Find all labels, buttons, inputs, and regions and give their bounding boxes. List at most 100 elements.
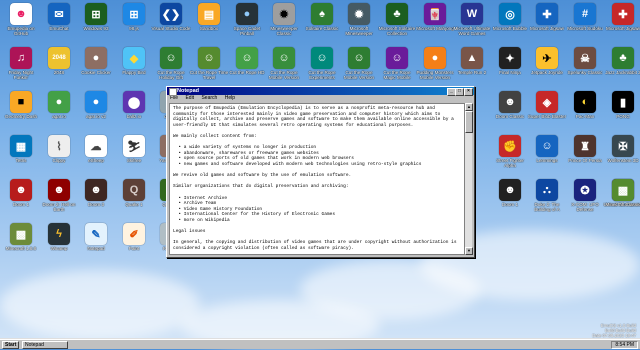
desktop-icon[interactable]: ☺Cut the Rope Experiments Mobile Version [302, 46, 342, 80]
close-button[interactable]: × [464, 88, 473, 96]
street-fighter-icon: ✊ [499, 135, 521, 157]
desktop-icon[interactable]: ⊞ Windows 93 [76, 2, 116, 31]
desktop-icon[interactable]: ◆ Flappy Bird [114, 46, 154, 75]
desktop-icon[interactable]: ☺ Lemmings [527, 134, 567, 163]
windows-93-icon: ⊞ [85, 3, 107, 25]
notepad-text-area[interactable]: The purpose of Emupedia (Emulation Encyc… [169, 103, 465, 255]
desktop-icon[interactable]: ☻ Doom 1 [1, 178, 41, 207]
pinball-icon: ● [236, 3, 258, 25]
solitaire-collection-icon: ♣ [386, 3, 408, 25]
desktop-icon[interactable]: ◈ Super Blob Blaster [527, 90, 567, 119]
desktop-icon[interactable]: ⛬Duke 2: The Building of A Dynasty [527, 178, 567, 212]
desktop-icon-label: Flappy Bird [122, 70, 146, 75]
desktop-icon[interactable]: ☻ Doom 3 [76, 178, 116, 207]
cut-the-rope-hd-icon: ☺ [236, 47, 258, 69]
desktop-icon[interactable]: ▩ Minecraft 1.8.8 [1, 222, 41, 251]
desktop-icon[interactable]: Q Quake 1 [114, 178, 154, 207]
desktop-icon[interactable]: ▦ Tetris [1, 134, 41, 163]
desktop-icon-label: 98.js [129, 26, 139, 31]
desktop-icon[interactable]: ♣ Microsoft Solitaire Collection [377, 2, 417, 36]
desktop-icon[interactable]: ϟ Winamp [39, 222, 79, 251]
desktop-icon[interactable]: # Microsoft Sudoku [565, 2, 605, 31]
scroll-down-arrow[interactable]: ▼ [465, 247, 473, 255]
notepad-window[interactable]: Notepad _ □ × File Edit Search Help The … [166, 86, 475, 258]
desktop-icon[interactable]: ☺ Cut the Rope Mobile Version [339, 46, 379, 80]
desktop-icon-label: Microsoft Solitaire Collection [378, 26, 416, 36]
desktop-icon[interactable]: ▮ PONG [603, 90, 640, 119]
desktop-icon[interactable]: ◎ Microsoft Bubble [490, 2, 530, 31]
desktop-icon-label: Cut the Rope Holiday Gift [157, 70, 185, 80]
desktop-icon[interactable]: ● agar.io [39, 90, 79, 119]
desktop-icon[interactable]: ✐ Paint [114, 222, 154, 251]
menu-search[interactable]: Search [201, 95, 217, 101]
desktop-icon[interactable]: ✉ EmuChat [39, 2, 79, 31]
github-icon: ☻ [10, 3, 32, 25]
desktop-icon[interactable]: ♜ Prince Of Persia [565, 134, 605, 163]
desktop-icon[interactable]: ⛷ Skifree [114, 134, 154, 163]
desktop-icon[interactable]: ☻ Doom 2: Hell on Earth [39, 178, 79, 212]
start-button[interactable]: Start [2, 341, 20, 349]
desktop-icon[interactable]: ✠ Wolfenstein 3D [603, 134, 640, 163]
desktop-icon[interactable]: ⊞ 98.js [114, 2, 154, 31]
desktop-icon[interactable]: W Microsoft Ultimate Word Games [452, 2, 492, 36]
menu-help[interactable]: Help [225, 95, 235, 101]
desktop-icon[interactable]: 🀄 Microsoft Mahjong [415, 2, 455, 31]
desktop-icon[interactable]: ▩ Minecraft Classic [603, 178, 640, 207]
desktop-icon[interactable]: ♫ Friday Night Funkin' [1, 46, 41, 80]
taskbar-notepad-button[interactable]: Notepad [22, 341, 68, 349]
desktop-icon[interactable]: ◐ Pac-Man [565, 90, 605, 119]
desktop-icon[interactable]: ✚ Microsoft Jigsaw [527, 2, 567, 31]
desktop-icon-label: Winamp [50, 246, 68, 251]
desktop-icon-label: Microsoft Jigsaw [606, 26, 640, 31]
desktop-icon[interactable]: ● Space Cadet Pinball [227, 2, 267, 36]
desktop-icon[interactable]: ● Pudding Monsters Mobile Version [415, 46, 455, 80]
jigsaw-2-icon: ✚ [612, 3, 634, 25]
pacman-icon: ◐ [574, 91, 596, 113]
desktop-icon[interactable]: ▲ Temple Run 2 [452, 46, 492, 75]
desktop-icon[interactable]: ▤ Sandbox [189, 2, 229, 31]
system-tray-clock: 8:54 PM [611, 341, 638, 349]
desktop-icon[interactable]: ● agar.io v2 [76, 90, 116, 119]
desktop-icon[interactable]: ☺Cut the Rope Magic Mobile Version [377, 46, 417, 80]
desktop-icon[interactable]: ● Cookie Clicker [76, 46, 116, 75]
desktop-icon-label: Cut the Rope Time Travel [189, 70, 229, 80]
jigsaw-icon: ✚ [536, 3, 558, 25]
desktop-icon[interactable]: ⌇ Clippy [39, 134, 79, 163]
desktop-icon[interactable]: ♠ Solitaire Classic [302, 2, 342, 31]
desktop-icon[interactable]: ☁ eSheep [76, 134, 116, 163]
desktop-icon[interactable]: ✹ Minesweeper Classic [264, 2, 304, 36]
desktop-icon[interactable]: ♣ Jazz Jackrabbit 2 [603, 46, 640, 75]
desktop-icon-label: Skifree [126, 158, 142, 163]
desktop-icon[interactable]: ✎ Notepad [76, 222, 116, 251]
scroll-up-arrow[interactable]: ▲ [465, 103, 473, 111]
desktop-icon[interactable]: ☺ Cut the Rope HD [227, 46, 267, 75]
desktop-icon-label: Cut the Rope Experiments Mobile Version [308, 70, 336, 80]
desktop-icon-label: 2048 [53, 70, 65, 75]
desktop-icon[interactable]: 2048 2048 [39, 46, 79, 75]
desktop-icon[interactable]: ✊ Street Fighter Alpha [490, 134, 530, 168]
desktop-icon[interactable]: ✹ Microsoft Minesweeper [339, 2, 379, 36]
menu-edit[interactable]: Edit [185, 95, 194, 101]
desktop-icon[interactable]: ☺ Cut the Rope Time Travel [189, 46, 229, 80]
notepad-title-bar[interactable]: Notepad _ □ × [167, 87, 474, 96]
desktop-icon[interactable]: ☺ Cut the Rope Holiday Gift [151, 46, 191, 80]
cut-the-rope-mobile-2-icon: ☺ [348, 47, 370, 69]
desktop-icon[interactable]: ✈ Jetpack Joyride [527, 46, 567, 75]
desktop-icon[interactable]: ✚ Microsoft Jigsaw [603, 2, 640, 31]
desktop-icon[interactable]: ❮❯ Visual Studio Code [151, 2, 191, 31]
scrollbar-thumb[interactable] [465, 111, 473, 133]
desktop-icon[interactable]: ☻ Doom 1 [490, 178, 530, 207]
cut-the-rope-time-icon: ☺ [198, 47, 220, 69]
doom-1-icon: ☻ [10, 179, 32, 201]
desktop-icon[interactable]: ☺ Cut the Rope Mobile Version [264, 46, 304, 80]
desktop-icon[interactable]: ⬤ ballz.io [114, 90, 154, 119]
desktop-icon[interactable]: ■ Geometry Dash [1, 90, 41, 119]
notepad-scrollbar[interactable]: ▲ ▼ [464, 103, 473, 255]
desktop-icon[interactable]: ☻ Emupedia on GitHub [1, 2, 41, 36]
desktop-icon[interactable]: ☠ Spelunky Classic [565, 46, 605, 75]
maximize-button[interactable]: □ [455, 88, 464, 96]
desktop-icon[interactable]: ✪ X-COM: UFO Defense [565, 178, 605, 212]
desktop-icon-label: Space Cadet Pinball [233, 26, 261, 36]
desktop-icon[interactable]: ☻ Doom Classic [490, 90, 530, 119]
desktop-icon[interactable]: ✦ Final Ninja [490, 46, 530, 75]
